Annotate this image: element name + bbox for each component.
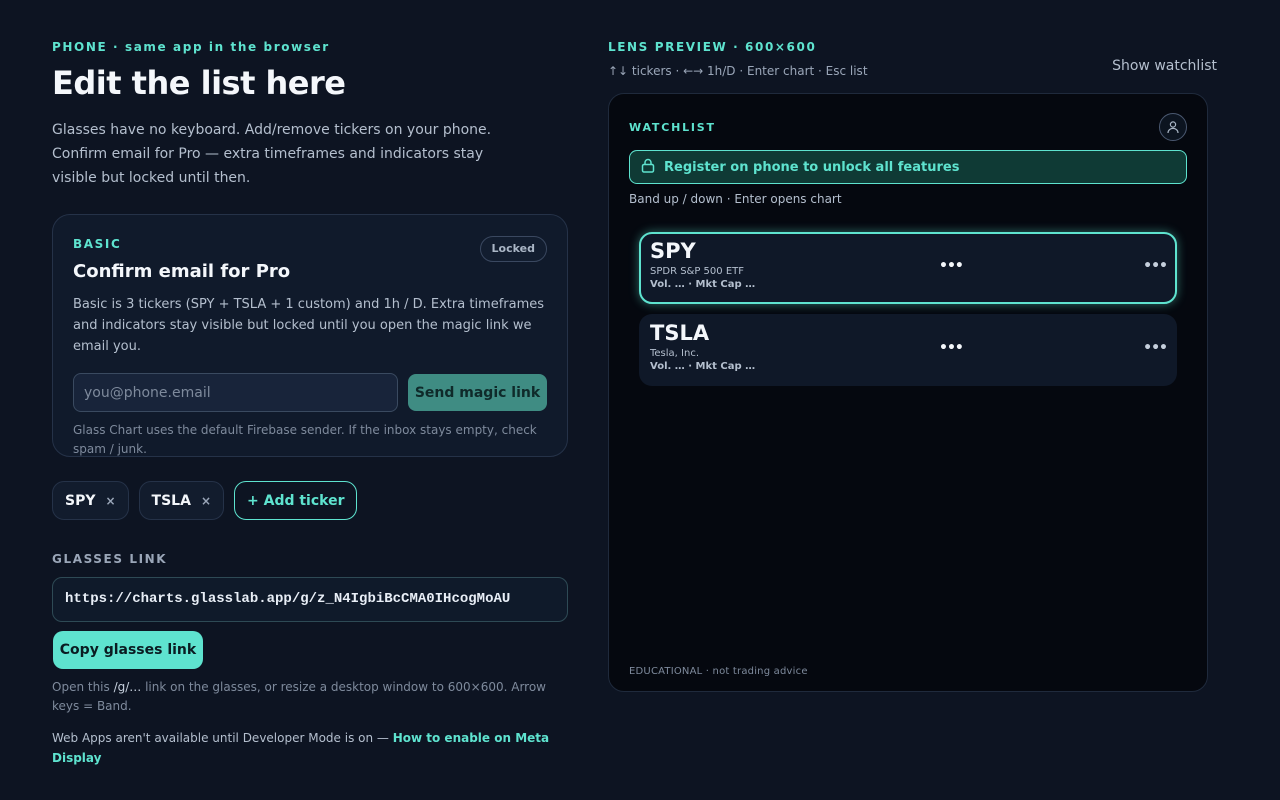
devmode-text: Web Apps aren't available until Develope… <box>52 731 393 745</box>
sender-note: Glass Chart uses the default Firebase se… <box>73 423 537 456</box>
add-ticker-button[interactable]: + Add ticker <box>234 481 358 520</box>
locked-badge: Locked <box>479 236 547 262</box>
ticker-chip-tsla[interactable]: TSLA × <box>138 481 224 520</box>
close-icon[interactable]: × <box>201 494 211 508</box>
watchlist-row-tsla[interactable]: TSLA Tesla, Inc. Vol. … · Mkt Cap … ••• … <box>639 314 1177 386</box>
row-name: Tesla, Inc. <box>650 348 699 359</box>
glasses-link-field[interactable]: https://charts.glasslab.app/g/z_N4IgbiBc… <box>52 577 568 622</box>
row-name: SPDR S&P 500 ETF <box>650 266 745 277</box>
row-change-placeholder: ••• <box>1143 340 1168 356</box>
intro-text: Glasses have no keyboard. Add/remove tic… <box>52 122 492 186</box>
row-change-placeholder: ••• <box>1143 258 1168 274</box>
row-ticker: TSLA <box>650 321 710 345</box>
lens-panel: LENS PREVIEW · 600×600 ↑↓ tickers · ←→ 1… <box>608 40 1218 692</box>
page-title: Edit the list here <box>52 64 346 102</box>
tier-heading: Confirm email for Pro <box>73 261 291 282</box>
register-banner-text: Register on phone to unlock all features <box>664 159 960 175</box>
row-price-placeholder: ••• <box>939 340 964 356</box>
ticker-chip-label: SPY <box>65 492 96 509</box>
glasses-link-label: GLASSES LINK <box>52 552 168 566</box>
show-watchlist-link[interactable]: Show watchlist <box>1112 58 1217 74</box>
row-price-placeholder: ••• <box>939 258 964 274</box>
tier-card: BASIC Locked Confirm email for Pro Basic… <box>52 214 568 457</box>
devmode-note: Web Apps aren't available until Develope… <box>52 728 568 768</box>
tier-label: BASIC <box>73 237 122 251</box>
ticker-chip-label: TSLA <box>151 492 191 509</box>
copy-glasses-link-button[interactable]: Copy glasses link <box>53 631 203 669</box>
row-ticker: SPY <box>650 239 696 263</box>
tier-description: Basic is 3 tickers (SPY + TSLA + 1 custo… <box>73 297 545 354</box>
send-magic-link-button[interactable]: Send magic link <box>408 374 547 411</box>
lock-icon <box>641 158 655 177</box>
user-icon[interactable] <box>1159 113 1187 141</box>
ticker-chip-spy[interactable]: SPY × <box>52 481 129 520</box>
ticker-chips: SPY × TSLA × + Add ticker <box>52 481 568 520</box>
glasses-link-help: Open this /g/… link on the glasses, or r… <box>52 678 568 716</box>
watchlist-row-spy[interactable]: SPY SPDR S&P 500 ETF Vol. … · Mkt Cap … … <box>639 232 1177 304</box>
lens-eyebrow: LENS PREVIEW · 600×600 <box>608 40 817 54</box>
row-meta: Vol. … · Mkt Cap … <box>650 361 756 372</box>
band-hint: Band up / down · Enter opens chart <box>629 192 842 206</box>
lens-preview: WATCHLIST Register on phone to unlock al… <box>608 93 1208 692</box>
help-prefix: Open this <box>52 680 114 694</box>
email-row: Send magic link <box>73 373 547 412</box>
educational-disclaimer: EDUCATIONAL · not trading advice <box>629 666 808 677</box>
email-field[interactable] <box>73 373 398 412</box>
phone-panel: PHONE · same app in the browser Edit the… <box>52 40 568 768</box>
register-banner[interactable]: Register on phone to unlock all features <box>629 150 1187 184</box>
row-meta: Vol. … · Mkt Cap … <box>650 279 756 290</box>
watchlist-title: WATCHLIST <box>629 121 716 134</box>
help-code: /g/… <box>113 680 142 694</box>
close-icon[interactable]: × <box>105 494 115 508</box>
phone-eyebrow: PHONE · same app in the browser <box>52 40 330 54</box>
